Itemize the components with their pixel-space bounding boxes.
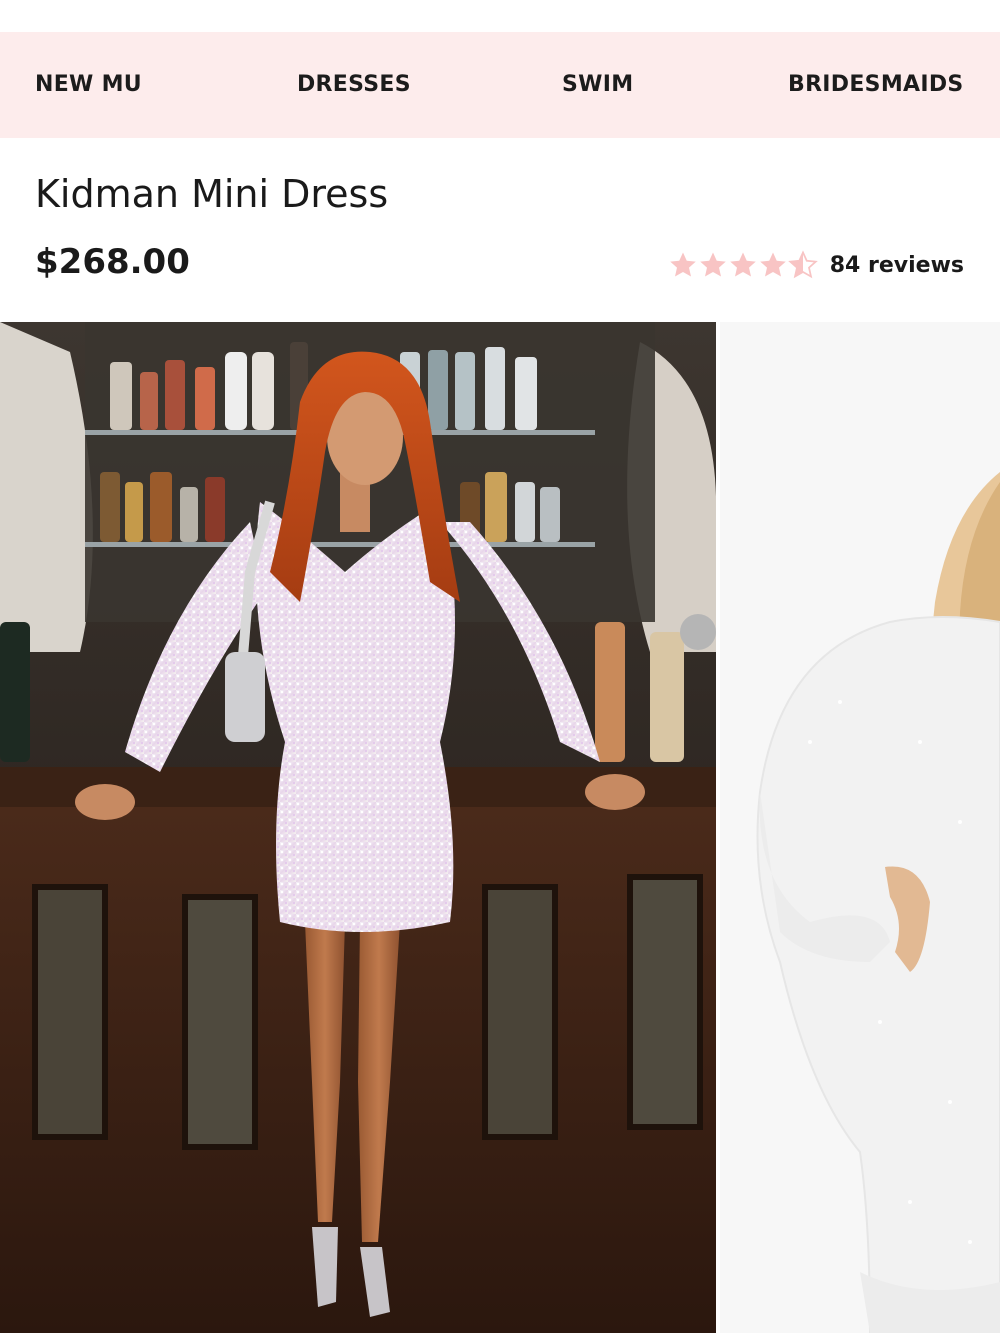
nav-item-new-mu[interactable]: NEW MU <box>35 32 142 138</box>
product-page: NEW MU DRESSES SWIM BRIDESMAIDS Kidman M… <box>0 0 1000 1333</box>
category-nav: NEW MU DRESSES SWIM BRIDESMAIDS <box>0 32 1000 138</box>
top-bar <box>0 0 1000 32</box>
star-icon <box>759 252 786 277</box>
reviews-link[interactable]: 84 reviews <box>830 253 964 278</box>
product-rating[interactable]: 84 reviews <box>668 248 964 282</box>
nav-item-bridesmaids[interactable]: BRIDESMAIDS <box>788 32 964 138</box>
star-icon <box>729 252 756 277</box>
star-icon <box>669 252 696 277</box>
model-at-bar-photo[interactable] <box>0 322 716 1333</box>
nav-item-swim[interactable]: SWIM <box>562 32 633 138</box>
star-rating <box>668 250 818 280</box>
star-icon <box>699 252 726 277</box>
product-title: Kidman Mini Dress <box>35 172 389 216</box>
nav-item-dresses[interactable]: DRESSES <box>297 32 411 138</box>
product-gallery[interactable] <box>0 322 1000 1333</box>
product-price: $268.00 <box>35 242 190 282</box>
star-half-icon <box>787 250 818 279</box>
studio-model-photo[interactable] <box>720 322 1000 1333</box>
